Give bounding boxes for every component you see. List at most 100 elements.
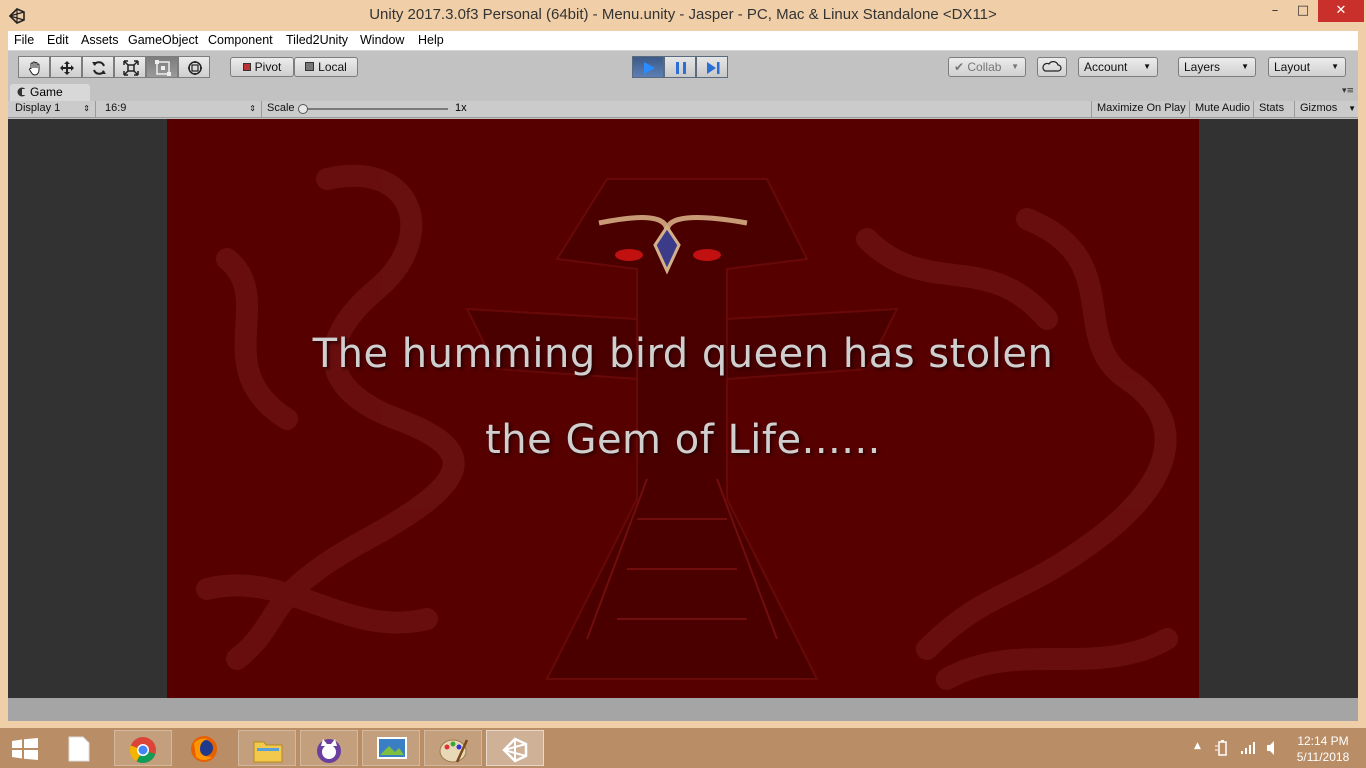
window-title: Unity 2017.3.0f3 Personal (64bit) - Menu… — [369, 6, 997, 23]
menu-help[interactable]: Help — [418, 33, 444, 47]
local-toggle[interactable]: Local — [294, 57, 358, 77]
status-bar — [8, 698, 1358, 721]
rotate-icon — [92, 61, 106, 75]
hand-icon — [29, 61, 40, 76]
menu-tiled2unity[interactable]: Tiled2Unity — [286, 33, 348, 47]
game-view-controls: Display 1 ⇕ 16:9 ⇕ Scale 1x Maximize On Pl… — [8, 101, 1358, 118]
chevron-down-icon: ▼ — [1011, 62, 1019, 71]
local-label: Local — [318, 60, 347, 74]
move-tool-button[interactable] — [50, 56, 82, 78]
game-scene: The humming bird queen has stolen the Ge… — [167, 119, 1199, 698]
mute-audio-toggle[interactable]: Mute Audio — [1190, 101, 1254, 117]
cloud-button[interactable] — [1037, 57, 1067, 77]
close-button[interactable]: ✕ — [1318, 0, 1364, 22]
taskbar-cat-app[interactable] — [300, 730, 358, 766]
layers-dropdown[interactable]: Layers ▼ — [1178, 57, 1256, 77]
pivot-toggle[interactable]: Pivot — [230, 57, 294, 77]
chrome-icon — [129, 737, 156, 764]
network-signal-icon[interactable] — [1240, 740, 1256, 756]
play-icon — [644, 62, 655, 74]
scale-label: Scale — [267, 102, 295, 114]
menu-file[interactable]: File — [14, 33, 34, 47]
maximize-on-play-toggle[interactable]: Maximize On Play — [1091, 101, 1190, 117]
unity-icon — [502, 737, 528, 763]
move-icon — [60, 61, 74, 75]
firefox-icon — [191, 736, 217, 762]
aspect-dropdown[interactable]: 16:9 ⇕ — [100, 101, 262, 117]
hand-tool-button[interactable] — [18, 56, 50, 78]
pivot-icon — [242, 63, 251, 71]
volume-icon[interactable] — [1266, 740, 1280, 756]
step-icon — [707, 62, 720, 74]
menu-gameobject[interactable]: GameObject — [128, 33, 198, 47]
scale-slider-thumb[interactable] — [298, 104, 308, 114]
collab-check-icon: ✔ — [954, 60, 968, 74]
updown-arrow-icon: ⇕ — [249, 104, 256, 113]
layout-label: Layout — [1274, 60, 1311, 74]
rect-transform-icon — [155, 60, 171, 76]
game-controller-icon — [17, 87, 27, 97]
start-windows-icon[interactable] — [12, 738, 38, 760]
game-tab-bar: Game ▾≡ — [8, 84, 1358, 101]
rotate-tool-button[interactable] — [82, 56, 114, 78]
scale-tool-button[interactable] — [114, 56, 146, 78]
cat-app-icon — [317, 739, 341, 763]
menu-assets[interactable]: Assets — [81, 33, 119, 47]
story-text-line-1: The humming bird queen has stolen — [312, 331, 1054, 377]
main-toolbar: Pivot Local ✔ Collab ▼ Account ▼ Layers … — [8, 51, 1358, 83]
account-label: Account — [1084, 60, 1128, 74]
gizmos-dropdown[interactable]: Gizmos ▼ — [1295, 101, 1358, 117]
show-hidden-icons-icon[interactable]: ▲ — [1194, 741, 1201, 751]
taskbar-photos[interactable] — [362, 730, 420, 766]
tab-game[interactable]: Game — [10, 84, 90, 101]
account-dropdown[interactable]: Account ▼ — [1078, 57, 1158, 77]
pause-icon — [676, 62, 686, 74]
maximize-button[interactable]: □ — [1290, 0, 1316, 22]
chevron-down-icon: ▼ — [1241, 62, 1249, 71]
aspect-label: 16:9 — [105, 102, 127, 114]
display-dropdown[interactable]: Display 1 ⇕ — [10, 101, 96, 117]
taskbar-file-explorer[interactable] — [238, 730, 296, 766]
battery-icon[interactable] — [1214, 740, 1230, 756]
paint-icon — [439, 739, 469, 763]
step-button[interactable] — [696, 56, 728, 78]
chevron-down-icon: ▼ — [1143, 62, 1151, 71]
collab-label: Collab — [967, 60, 1002, 74]
stats-toggle[interactable]: Stats — [1254, 101, 1295, 117]
clock-time: 12:14 PM — [1297, 734, 1349, 748]
layers-label: Layers — [1184, 60, 1221, 74]
menu-bar: File Edit Assets GameObject Component Ti… — [8, 31, 1358, 51]
tab-game-label: Game — [30, 85, 63, 99]
layout-dropdown[interactable]: Layout ▼ — [1268, 57, 1346, 77]
scale-slider-track[interactable] — [300, 108, 448, 110]
chevron-down-icon: ▼ — [1348, 104, 1356, 113]
pause-button[interactable] — [664, 56, 696, 78]
gizmos-label: Gizmos — [1300, 102, 1338, 114]
game-viewport[interactable]: The humming bird queen has stolen the Ge… — [8, 119, 1358, 698]
rect-tool-button[interactable] — [146, 56, 178, 78]
windows-taskbar: ▲ 12:14 PM 5/11/2018 — [0, 728, 1366, 768]
pivot-label: Pivot — [254, 60, 282, 74]
transform-icon — [188, 61, 202, 75]
taskbar-chrome[interactable] — [114, 730, 172, 766]
minimize-button[interactable]: – — [1262, 0, 1288, 22]
transform-tool-button[interactable] — [178, 56, 210, 78]
file-explorer-icon — [253, 741, 283, 763]
menu-window[interactable]: Window — [360, 33, 404, 47]
title-bar: Unity 2017.3.0f3 Personal (64bit) - Menu… — [0, 0, 1366, 31]
tab-options-icon[interactable]: ▾≡ — [1342, 86, 1354, 96]
clock-date: 5/11/2018 — [1296, 750, 1350, 764]
menu-edit[interactable]: Edit — [47, 33, 69, 47]
play-button[interactable] — [632, 56, 664, 78]
unity-window: Unity 2017.3.0f3 Personal (64bit) - Menu… — [0, 0, 1366, 728]
document-icon[interactable] — [68, 736, 90, 762]
photos-icon — [377, 737, 407, 759]
editor-area: Pivot Local ✔ Collab ▼ Account ▼ Layers … — [8, 51, 1358, 721]
taskbar-firefox[interactable] — [176, 730, 234, 766]
taskbar-unity[interactable] — [486, 730, 544, 766]
taskbar-clock[interactable]: 12:14 PM 5/11/2018 — [1290, 733, 1356, 765]
scene-artwork — [196, 164, 1178, 690]
collab-dropdown[interactable]: ✔ Collab ▼ — [948, 57, 1026, 77]
menu-component[interactable]: Component — [208, 33, 273, 47]
taskbar-paint[interactable] — [424, 730, 482, 766]
